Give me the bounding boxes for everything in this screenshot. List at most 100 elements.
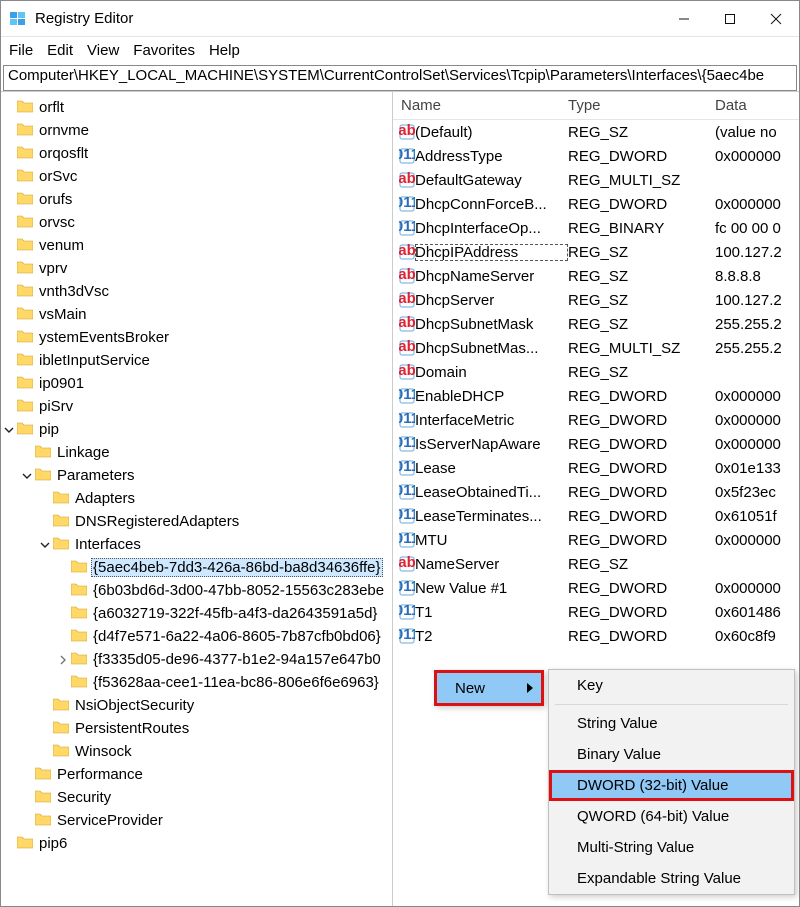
tree-item[interactable]: NsiObjectSecurity [1, 694, 392, 717]
tree-item[interactable]: ornvme [1, 119, 392, 142]
tree-item[interactable]: Winsock [1, 740, 392, 763]
context-menu-new-submenu[interactable]: Key String Value Binary Value DWORD (32-… [548, 669, 795, 895]
folder-icon [17, 306, 37, 324]
folder-icon [17, 283, 37, 301]
tree-item[interactable]: pip6 [1, 832, 392, 855]
tree-item[interactable]: PersistentRoutes [1, 717, 392, 740]
tree-item[interactable]: ibletInputService [1, 349, 392, 372]
list-row[interactable]: 011LeaseTerminates...REG_DWORD0x61051f [393, 504, 799, 528]
tree-item-label: orvsc [37, 214, 77, 231]
list-row[interactable]: abDefaultGatewayREG_MULTI_SZ [393, 168, 799, 192]
ctx-new-multistring[interactable]: Multi-String Value [549, 832, 794, 863]
ctx-new-expandstring[interactable]: Expandable String Value [549, 863, 794, 894]
tree-item[interactable]: Performance [1, 763, 392, 786]
list-row[interactable]: abDhcpNameServerREG_SZ8.8.8.8 [393, 264, 799, 288]
chevron-down-icon[interactable] [37, 537, 53, 553]
list-header[interactable]: Name Type Data [393, 92, 799, 120]
tree-item[interactable]: {6b03bd6d-3d00-47bb-8052-15563c283ebe [1, 579, 392, 602]
value-name: DhcpServer [415, 292, 568, 309]
tree-item[interactable]: {a6032719-322f-45fb-a4f3-da2643591a5d} [1, 602, 392, 625]
list-row[interactable]: 011DhcpConnForceB...REG_DWORD0x000000 [393, 192, 799, 216]
tree-item[interactable]: pip [1, 418, 392, 441]
tree-item[interactable]: orflt [1, 96, 392, 119]
value-data: 255.255.2 [715, 340, 799, 357]
list-row[interactable]: 011New Value #1REG_DWORD0x000000 [393, 576, 799, 600]
list-row[interactable]: 011T2REG_DWORD0x60c8f9 [393, 624, 799, 648]
value-name: InterfaceMetric [415, 412, 568, 429]
ctx-new[interactable]: New [437, 673, 541, 703]
tree-item[interactable]: {d4f7e571-6a22-4a06-8605-7b87cfb0bd06} [1, 625, 392, 648]
list-row[interactable]: 011T1REG_DWORD0x601486 [393, 600, 799, 624]
value-name: T2 [415, 628, 568, 645]
maximize-button[interactable] [707, 1, 753, 37]
ctx-new-string[interactable]: String Value [549, 708, 794, 739]
chevron-down-icon[interactable] [1, 422, 17, 438]
tree-item[interactable]: orqosflt [1, 142, 392, 165]
tree-item[interactable]: Security [1, 786, 392, 809]
list-row[interactable]: abDhcpIPAddressREG_SZ100.127.2 [393, 240, 799, 264]
tree-item[interactable]: ip0901 [1, 372, 392, 395]
list-row[interactable]: 011AddressTypeREG_DWORD0x000000 [393, 144, 799, 168]
ctx-new-key[interactable]: Key [549, 670, 794, 701]
header-data[interactable]: Data [715, 97, 799, 114]
list-row[interactable]: 011DhcpInterfaceOp...REG_BINARYfc 00 00 … [393, 216, 799, 240]
list-row[interactable]: 011MTUREG_DWORD0x000000 [393, 528, 799, 552]
address-bar[interactable]: Computer\HKEY_LOCAL_MACHINE\SYSTEM\Curre… [3, 65, 797, 91]
value-type: REG_DWORD [568, 628, 715, 645]
tree-item[interactable]: vprv [1, 257, 392, 280]
menu-edit[interactable]: Edit [47, 42, 73, 59]
tree-item[interactable]: ystemEventsBroker [1, 326, 392, 349]
ctx-new-dword[interactable]: DWORD (32-bit) Value [549, 770, 794, 801]
menu-favorites[interactable]: Favorites [133, 42, 195, 59]
tree-item[interactable]: venum [1, 234, 392, 257]
value-name: DefaultGateway [415, 172, 568, 189]
list-row[interactable]: 011IsServerNapAwareREG_DWORD0x000000 [393, 432, 799, 456]
tree-item-label: vprv [37, 260, 69, 277]
tree-item[interactable]: orufs [1, 188, 392, 211]
svg-text:ab: ab [399, 340, 415, 355]
minimize-button[interactable] [661, 1, 707, 37]
value-type: REG_SZ [568, 124, 715, 141]
list-row[interactable]: abNameServerREG_SZ [393, 552, 799, 576]
list-row[interactable]: 011LeaseREG_DWORD0x01e133 [393, 456, 799, 480]
ctx-new-qword[interactable]: QWORD (64-bit) Value [549, 801, 794, 832]
chevron-right-icon[interactable] [55, 652, 71, 668]
list-row[interactable]: 011LeaseObtainedTi...REG_DWORD0x5f23ec [393, 480, 799, 504]
tree-item[interactable]: {5aec4beb-7dd3-426a-86bd-ba8d34636ffe} [1, 556, 392, 579]
tree-item[interactable]: orvsc [1, 211, 392, 234]
value-type: REG_SZ [568, 556, 715, 573]
tree-item[interactable]: Parameters [1, 464, 392, 487]
tree-view[interactable]: orflt ornvme orqosfltorSvcorufs orvsc venum v… [1, 92, 393, 906]
close-button[interactable] [753, 1, 799, 37]
list-row[interactable]: 011EnableDHCPREG_DWORD0x000000 [393, 384, 799, 408]
list-row[interactable]: ab(Default)REG_SZ(value no [393, 120, 799, 144]
tree-item[interactable]: piSrv [1, 395, 392, 418]
tree-item[interactable]: orSvc [1, 165, 392, 188]
menu-file[interactable]: File [9, 42, 33, 59]
chevron-down-icon[interactable] [19, 468, 35, 484]
list-row[interactable]: abDomainREG_SZ [393, 360, 799, 384]
tree-item[interactable]: vnth3dVsc [1, 280, 392, 303]
list-row[interactable]: abDhcpSubnetMaskREG_SZ255.255.2 [393, 312, 799, 336]
tree-item[interactable]: {f3335d05-de96-4377-b1e2-94a157e647b0 [1, 648, 392, 671]
value-type: REG_DWORD [568, 460, 715, 477]
tree-item[interactable]: Interfaces [1, 533, 392, 556]
menu-view[interactable]: View [87, 42, 119, 59]
tree-item[interactable]: {f53628aa-cee1-11ea-bc86-806e6f6e6963} [1, 671, 392, 694]
list-row[interactable]: abDhcpSubnetMas...REG_MULTI_SZ255.255.2 [393, 336, 799, 360]
ctx-new-binary[interactable]: Binary Value [549, 739, 794, 770]
tree-item[interactable]: Linkage [1, 441, 392, 464]
list-row[interactable]: 011InterfaceMetricREG_DWORD0x000000 [393, 408, 799, 432]
list-row[interactable]: abDhcpServerREG_SZ100.127.2 [393, 288, 799, 312]
tree-item[interactable]: vsMain [1, 303, 392, 326]
header-type[interactable]: Type [568, 97, 715, 114]
folder-icon [17, 375, 37, 393]
tree-item-label: ornvme [37, 122, 91, 139]
titlebar[interactable]: Registry Editor [1, 1, 799, 37]
tree-item[interactable]: ServiceProvider [1, 809, 392, 832]
header-name[interactable]: Name [393, 97, 568, 114]
tree-item[interactable]: Adapters [1, 487, 392, 510]
tree-item[interactable]: DNSRegisteredAdapters [1, 510, 392, 533]
context-menu-primary[interactable]: New [434, 670, 544, 706]
menu-help[interactable]: Help [209, 42, 240, 59]
